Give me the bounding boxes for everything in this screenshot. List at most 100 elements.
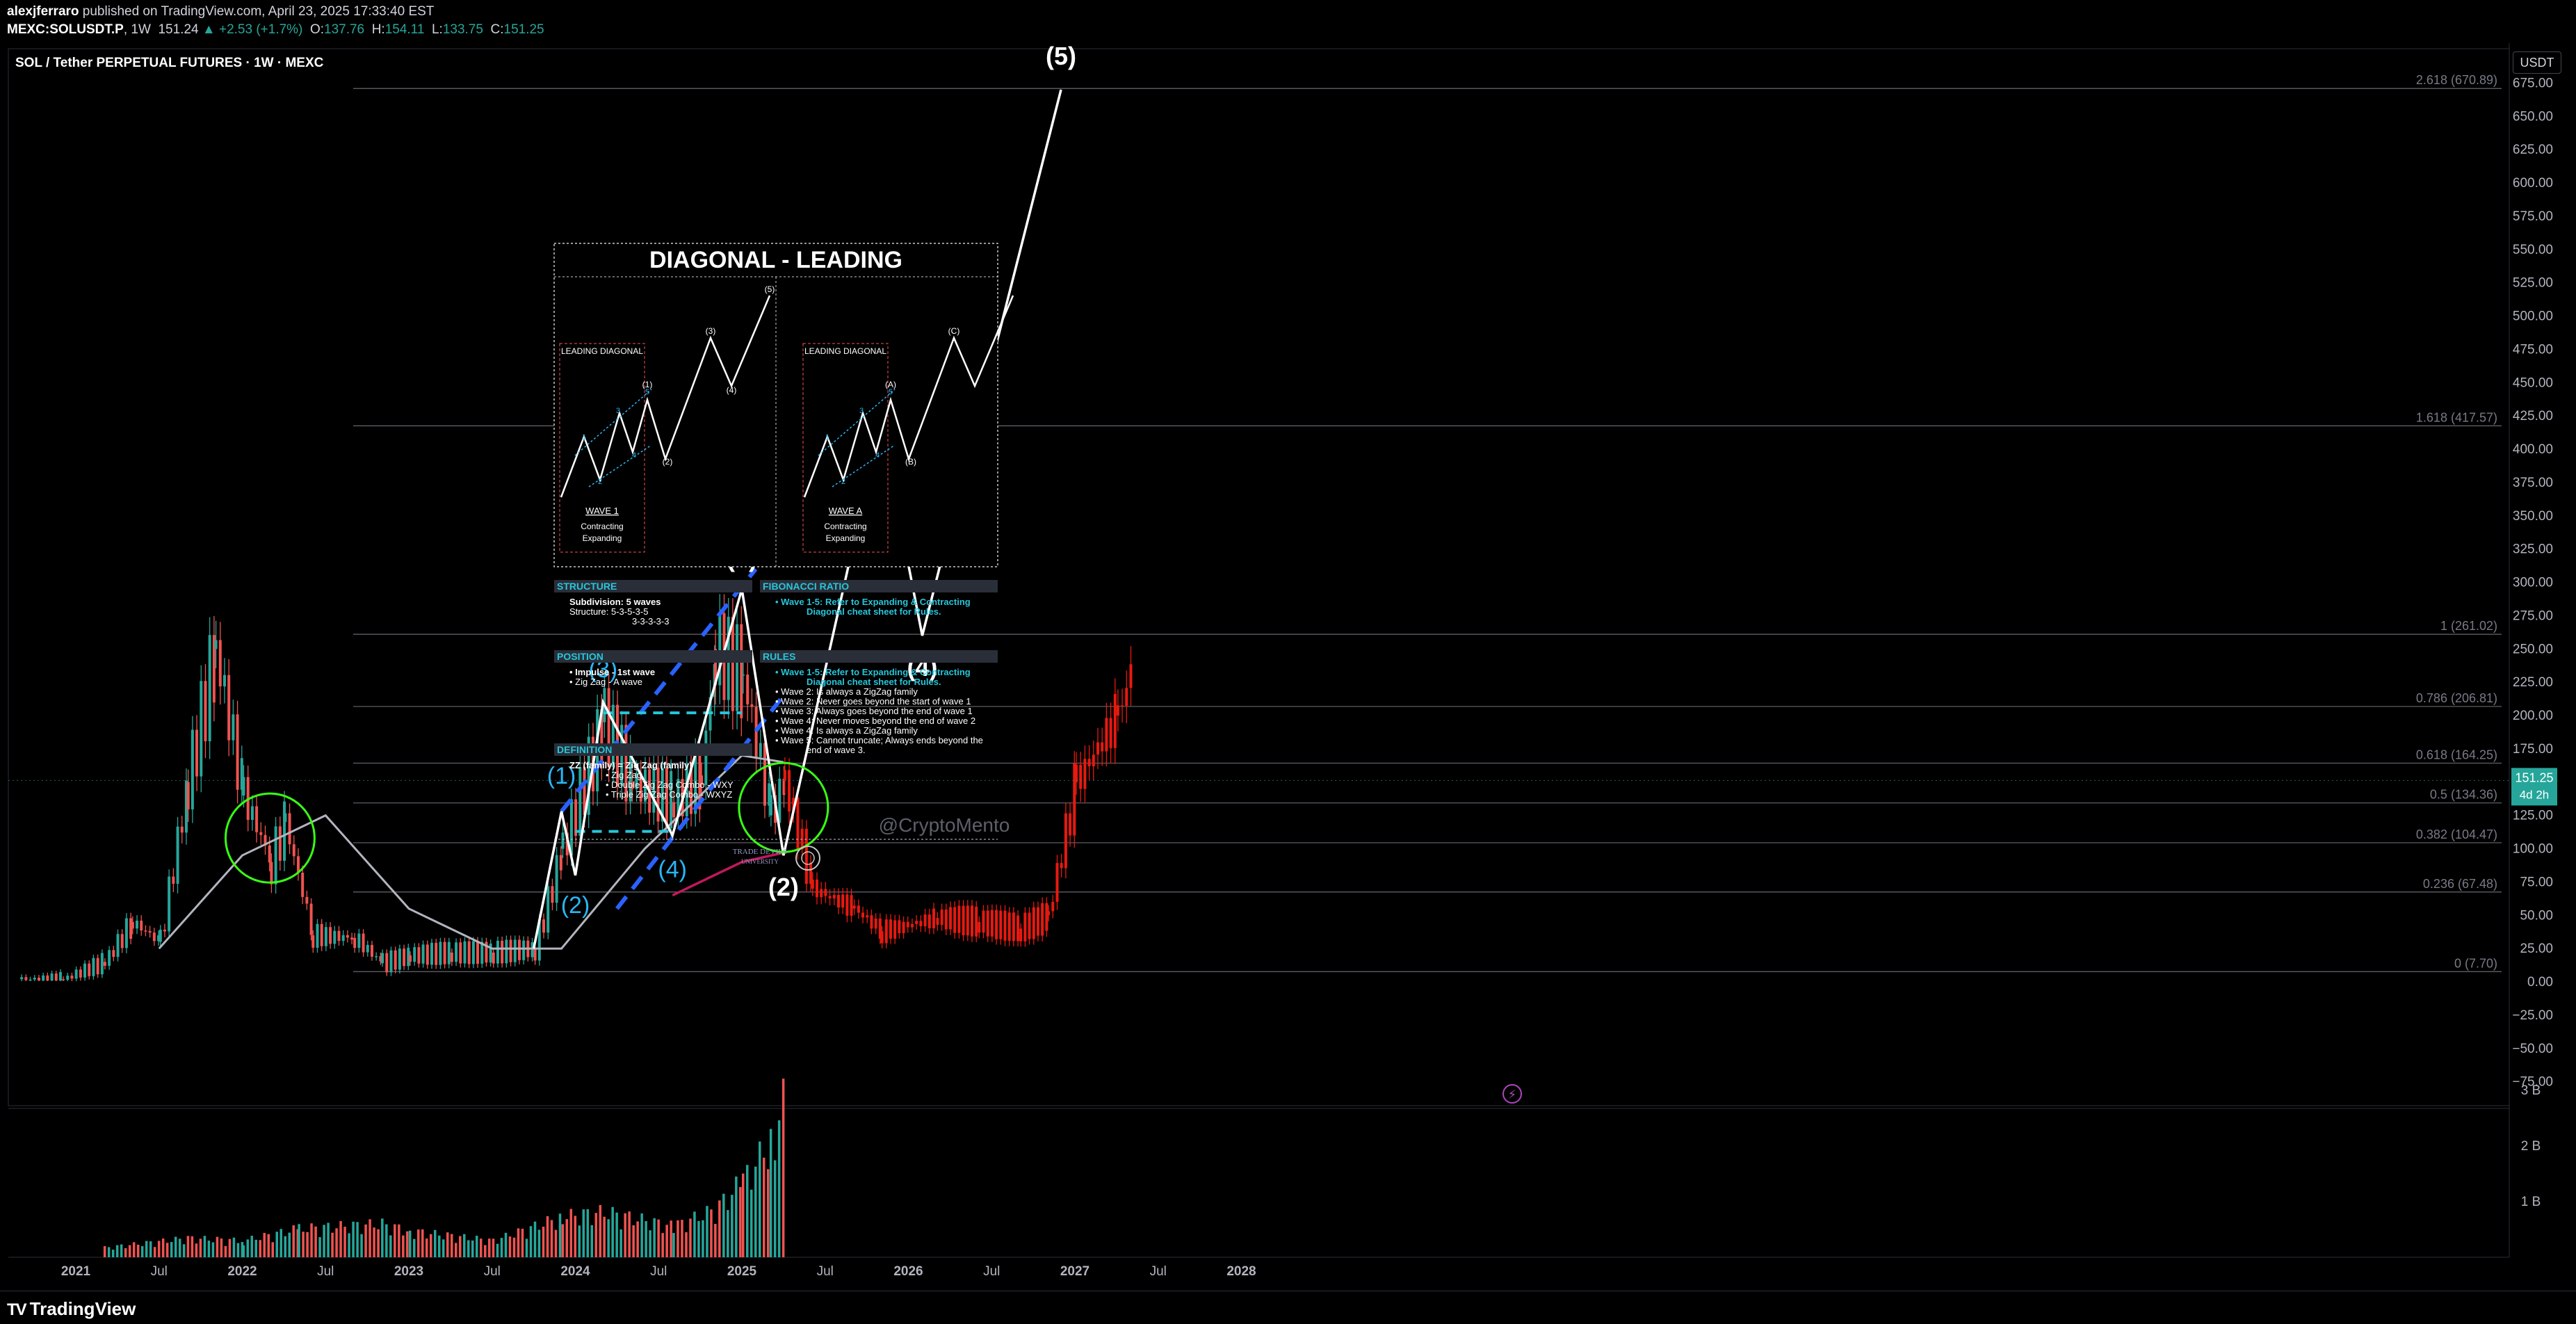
price-candle [370, 944, 373, 957]
publish-date: published on TradingView.com, April 23, … [82, 4, 435, 19]
symbol-name[interactable]: MEXC:SOLUSDT.P [7, 22, 124, 37]
volume-bar [259, 1240, 261, 1257]
projection-candle [898, 920, 901, 934]
price-candle [92, 958, 95, 976]
price-candle [112, 950, 115, 958]
price-candle [296, 856, 300, 873]
volume-bar [417, 1229, 420, 1257]
projection-candle [889, 919, 892, 939]
projection-candle [910, 923, 914, 928]
volume-bar [718, 1200, 721, 1257]
rules-line: • Wave 4: Is always a ZigZag family [775, 725, 918, 736]
price-candle [42, 975, 45, 981]
price-candle [88, 963, 91, 976]
projection-candle [1060, 863, 1063, 869]
volume-bar [508, 1236, 512, 1257]
volume-bar [199, 1238, 202, 1257]
projection-candle [832, 894, 836, 899]
volume-bar [267, 1234, 270, 1257]
projection-candle [1032, 907, 1035, 939]
volume-bar [767, 1169, 770, 1257]
projection-candle [923, 914, 927, 927]
volume-bar [421, 1229, 424, 1257]
price-candle [509, 939, 512, 962]
projection-candle [861, 912, 865, 918]
price-candle [517, 939, 521, 960]
projection-candle [824, 889, 827, 896]
projection-candle [1055, 863, 1059, 902]
volume-bar [521, 1228, 524, 1257]
price-candle [533, 948, 537, 961]
volume-bar [649, 1230, 651, 1257]
price-candle [492, 952, 495, 964]
volume-bar [611, 1206, 614, 1257]
volume-bar [438, 1235, 441, 1257]
price-candle [284, 813, 287, 823]
projection-candle [966, 905, 969, 936]
high-label: H: [371, 22, 385, 37]
volume-bar [607, 1219, 610, 1257]
price-candle [740, 624, 743, 718]
price-chart[interactable]: SOL / Tether PERPETUAL FUTURES · 1W · ME… [0, 43, 2576, 1291]
currency-button[interactable]: USDT [2513, 51, 2561, 74]
right-panel-sub-mark: 5 [889, 388, 893, 396]
price-candle [522, 940, 526, 960]
price-candle [288, 813, 291, 845]
projection-candle [857, 905, 860, 913]
price-candle [578, 767, 582, 837]
left-panel-sub-mark: 4 [632, 451, 636, 460]
fibonacci-line: Diagonal cheat sheet for Rules. [807, 606, 941, 617]
rules-line: • Wave 1-5: Refer to Expanding & Contrac… [775, 667, 971, 677]
price-candle [301, 872, 305, 897]
tradingview-logo[interactable]: TV TradingView [7, 1298, 136, 1320]
volume-bar [178, 1238, 181, 1257]
price-candle [320, 923, 323, 946]
price-candle [778, 778, 781, 823]
volume-bar [207, 1241, 211, 1257]
price-candle [214, 640, 218, 649]
price-candle [324, 927, 327, 946]
last-price: 151.24 [158, 22, 199, 37]
volume-bar [394, 1224, 396, 1257]
structure-heading: STRUCTURE [557, 581, 617, 592]
projection-candle [1023, 912, 1027, 942]
projection-candle [915, 921, 918, 924]
low-label: L: [431, 22, 443, 37]
volume-bar [111, 1250, 115, 1257]
price-candle [152, 933, 156, 942]
interval-label[interactable]: 1W [131, 22, 151, 37]
definition-heading: DEFINITION [557, 744, 612, 755]
fib-level-label: 0.618 (164.25) [2416, 748, 2497, 761]
volume-bar [750, 1189, 753, 1257]
price-tick-label: 400.00 [2513, 442, 2553, 457]
price-candle [268, 845, 271, 863]
projection-candle [1101, 742, 1104, 752]
price-candle [455, 942, 458, 962]
time-tick-label: 2025 [727, 1264, 757, 1279]
price-tick-label: 325.00 [2513, 542, 2553, 557]
volume-bar [599, 1204, 602, 1257]
price-candle [551, 886, 554, 903]
volume-bar [455, 1243, 457, 1257]
author-name[interactable]: alexjferraro [7, 4, 79, 19]
volume-bar [754, 1166, 757, 1257]
chart-footer: TV TradingView [0, 1291, 2576, 1324]
subwave-label: (4) [658, 856, 687, 882]
price-candle [333, 930, 337, 944]
price-candle [120, 934, 124, 948]
volume-bar [430, 1234, 432, 1257]
time-tick-label: 2023 [394, 1264, 423, 1279]
time-tick-label: 2024 [560, 1264, 590, 1279]
volume-bar [288, 1232, 291, 1257]
structure-line: Subdivision: 5 waves [569, 597, 661, 607]
right-panel-box-label: LEADING DIAGONAL [804, 346, 886, 356]
left-panel-main-mark: (3) [706, 326, 716, 336]
price-candle [96, 958, 99, 975]
projection-candle [788, 770, 791, 812]
left-panel-wave-label: WAVE 1 [585, 506, 619, 516]
structure-line: 3-3-3-3-3 [632, 616, 669, 627]
price-candle [255, 806, 259, 832]
price-candle [168, 876, 171, 932]
volume-bar [561, 1224, 565, 1257]
fib-level-label: 0.382 (104.47) [2416, 828, 2497, 841]
